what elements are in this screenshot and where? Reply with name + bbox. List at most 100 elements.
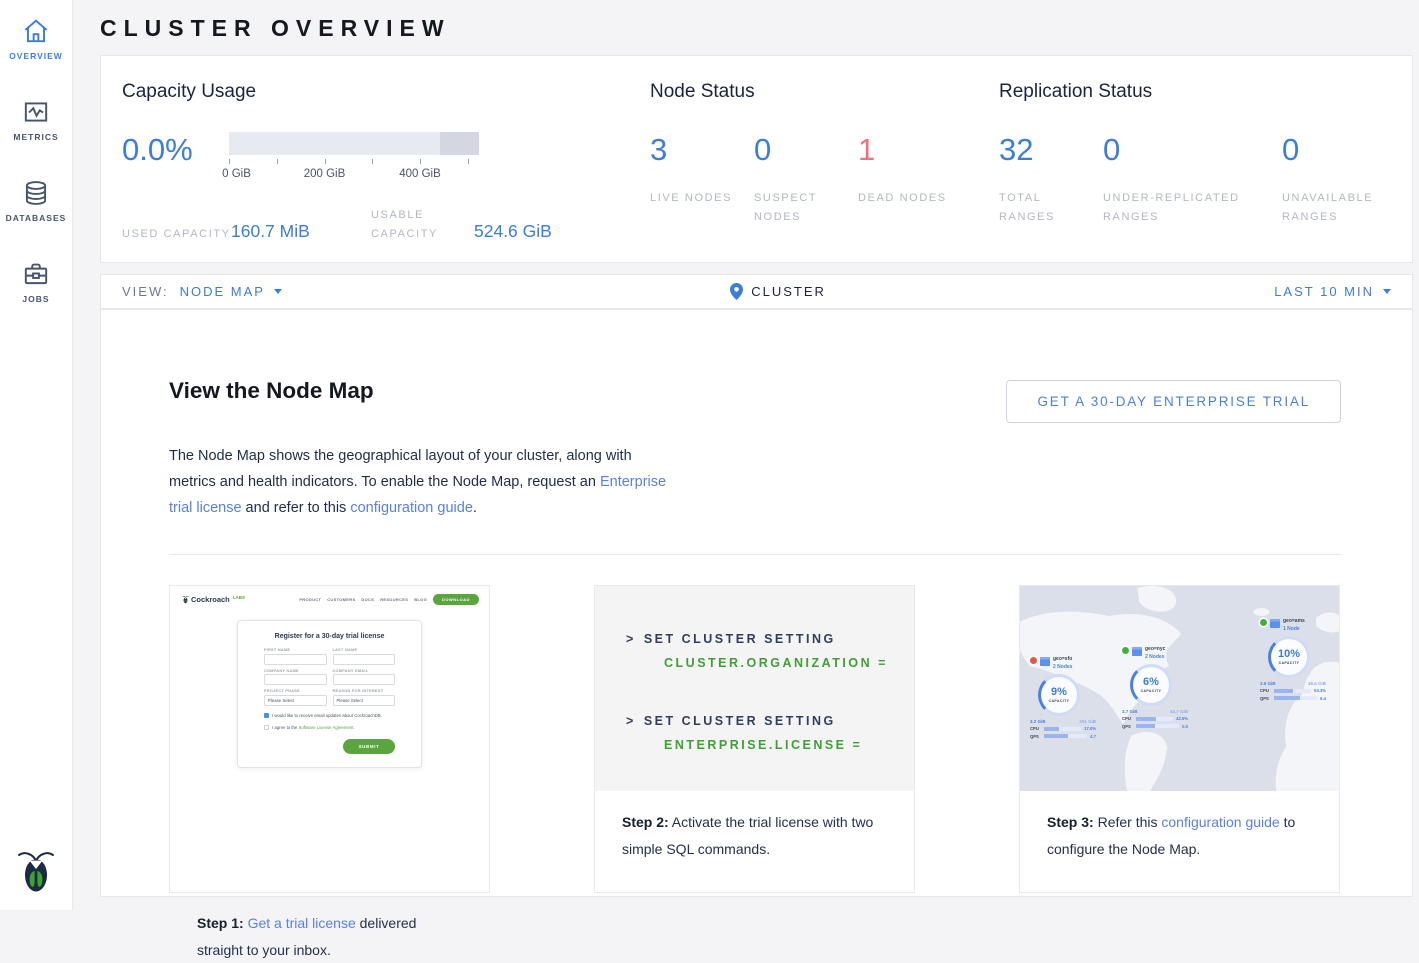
sql-prompt: > bbox=[626, 632, 636, 646]
divider bbox=[169, 554, 1341, 555]
form-title: Register for a 30-day trial license bbox=[264, 633, 395, 640]
unavailable-ranges-stat: 0 UNAVAILABLE RANGES bbox=[1282, 130, 1412, 226]
field-label: COMPANY NAME bbox=[264, 669, 327, 673]
license-agreement-label: I agree to the Software License Agreemen… bbox=[272, 725, 355, 730]
database-icon bbox=[21, 178, 51, 208]
enterprise-trial-button[interactable]: GET A 30-DAY ENTERPRISE TRIAL bbox=[1006, 380, 1341, 423]
sql-setting: CLUSTER.ORGANIZATION = bbox=[664, 656, 914, 670]
nav-link-blog[interactable]: BLOG bbox=[414, 597, 427, 602]
view-label: VIEW: bbox=[122, 284, 169, 299]
cluster-breadcrumb: CLUSTER bbox=[730, 283, 826, 300]
download-button[interactable]: DOWNLOAD bbox=[433, 594, 479, 605]
capacity-axis-labels: 0 GiB 200 GiB 400 GiB bbox=[229, 168, 479, 182]
capacity-bar-chart: 0 GiB 200 GiB 400 GiB bbox=[229, 132, 479, 182]
nav-link-customers[interactable]: CUSTOMERS bbox=[327, 597, 355, 602]
step-1-caption: Step 1: Get a trial license delivered st… bbox=[170, 892, 489, 963]
capacity-gauge: 10% CAPACITY bbox=[1268, 636, 1310, 678]
sidebar-item-databases[interactable]: DATABASES bbox=[0, 178, 72, 259]
unavailable-ranges-value: 0 bbox=[1282, 134, 1412, 165]
company-name-input[interactable] bbox=[264, 674, 327, 685]
company-email-input[interactable] bbox=[333, 674, 396, 685]
project-phase-select[interactable]: Please Select bbox=[264, 695, 327, 706]
map-node-sfo: geo=sfo 2 Nodes 9% CAPACITY 3.2 GiB351 G… bbox=[1030, 656, 1110, 739]
submit-button[interactable]: SUBMIT bbox=[343, 739, 395, 754]
node-map-description: The Node Map shows the geographical layo… bbox=[169, 443, 674, 521]
sidebar-item-metrics[interactable]: METRICS bbox=[0, 97, 72, 178]
node-status-title: Node Status bbox=[650, 81, 999, 103]
home-icon bbox=[21, 16, 51, 46]
last-name-input[interactable] bbox=[333, 654, 396, 665]
email-updates-label: I would like to receive email updates ab… bbox=[272, 713, 382, 718]
dead-nodes-stat: 1 DEAD NODES bbox=[858, 130, 962, 226]
trial-site-screenshot: Cockroach LABS PRODUCT CUSTOMERS DOCS RE… bbox=[170, 586, 489, 892]
cockroachdb-logo bbox=[182, 595, 189, 604]
cluster-label: CLUSTER bbox=[751, 284, 826, 299]
nav-link-product[interactable]: PRODUCT bbox=[299, 597, 321, 602]
node-count: 2 Nodes bbox=[1053, 664, 1072, 670]
nav-link-docs[interactable]: DOCS bbox=[361, 597, 374, 602]
capacity-percent: 0.0% bbox=[122, 134, 229, 182]
configuration-guide-link[interactable]: configuration guide bbox=[350, 500, 473, 516]
usable-capacity-value: 524.6 GiB bbox=[474, 221, 552, 243]
logo-text: Cockroach bbox=[191, 595, 230, 604]
dead-nodes-label: DEAD NODES bbox=[858, 189, 950, 208]
chevron-down-icon bbox=[274, 289, 282, 294]
briefcase-icon bbox=[21, 259, 51, 289]
used-capacity-label: USED CAPACITY bbox=[122, 225, 231, 244]
suspect-nodes-label: SUSPECT NODES bbox=[754, 189, 846, 226]
node-map-panel: View the Node Map GET A 30-DAY ENTERPRIS… bbox=[100, 309, 1413, 897]
configuration-guide-link[interactable]: configuration guide bbox=[1161, 814, 1279, 830]
node-cube-icon bbox=[1270, 619, 1280, 628]
capacity-gauge: 6% CAPACITY bbox=[1130, 664, 1172, 706]
field-label: PROJECT PHASE bbox=[264, 689, 327, 693]
live-nodes-label: LIVE NODES bbox=[650, 189, 742, 208]
nav-link-resources[interactable]: RESOURCES bbox=[380, 597, 408, 602]
sidebar: OVERVIEW METRICS DATABASES JOBS bbox=[0, 0, 73, 910]
sidebar-item-jobs[interactable]: JOBS bbox=[0, 259, 72, 340]
step-1-label: Step 1: bbox=[197, 915, 244, 931]
field-label: LAST NAME bbox=[333, 648, 396, 652]
sql-commands-panel: > SET CLUSTER SETTING CLUSTER.ORGANIZATIO… bbox=[595, 586, 914, 791]
map-node-ams: geo=ams 1 Node 10% CAPACITY 3.6 GiB36.6 … bbox=[1260, 618, 1339, 701]
locality-name: geo=sfo bbox=[1053, 656, 1072, 662]
under-replicated-label: UNDER-REPLICATED RANGES bbox=[1103, 189, 1273, 226]
node-status-section: Node Status 3 LIVE NODES 0 SUSPECT NODES… bbox=[650, 81, 999, 262]
node-status-dot bbox=[1122, 647, 1129, 654]
trial-registration-form: Register for a 30-day trial license FIRS… bbox=[237, 620, 422, 768]
sidebar-item-label: OVERVIEW bbox=[9, 51, 63, 61]
sql-setting: ENTERPRISE.LICENSE = bbox=[664, 738, 914, 752]
view-selector-value: NODE MAP bbox=[180, 284, 265, 299]
usable-capacity-label: USABLE CAPACITY bbox=[371, 206, 474, 243]
sidebar-item-overview[interactable]: OVERVIEW bbox=[0, 16, 72, 97]
capacity-axis-ticks bbox=[229, 159, 479, 165]
replication-status-title: Replication Status bbox=[999, 81, 1412, 103]
software-license-agreement-link[interactable]: Software License Agreement. bbox=[299, 725, 355, 730]
node-cube-icon bbox=[1132, 647, 1142, 656]
step-3-card: geo=sfo 2 Nodes 9% CAPACITY 3.2 GiB351 G… bbox=[1019, 585, 1340, 893]
sql-command: > SET CLUSTER SETTING CLUSTER.ORGANIZATIO… bbox=[626, 632, 914, 670]
reason-for-interest-select[interactable]: Please Select bbox=[333, 695, 396, 706]
step-3-label: Step 3: bbox=[1047, 814, 1094, 830]
step-2-card: > SET CLUSTER SETTING CLUSTER.ORGANIZATIO… bbox=[594, 585, 915, 893]
sql-keyword: SET CLUSTER SETTING bbox=[644, 632, 836, 646]
step-1-card: Cockroach LABS PRODUCT CUSTOMERS DOCS RE… bbox=[169, 585, 490, 893]
first-name-input[interactable] bbox=[264, 654, 327, 665]
total-ranges-value: 32 bbox=[999, 134, 1103, 165]
license-agreement-checkbox[interactable] bbox=[264, 725, 269, 730]
step-3-caption: Step 3: Refer this configuration guide t… bbox=[1020, 791, 1339, 862]
content-area: CLUSTER OVERVIEW Capacity Usage 0.0% bbox=[73, 0, 1419, 910]
get-trial-license-link[interactable]: Get a trial license bbox=[248, 915, 356, 931]
field-label: COMPANY EMAIL bbox=[333, 669, 396, 673]
cockroachdb-logo bbox=[16, 848, 56, 896]
chevron-down-icon bbox=[1383, 289, 1391, 294]
axis-label: 0 GiB bbox=[222, 168, 251, 180]
sidebar-item-label: JOBS bbox=[22, 294, 49, 304]
view-selector-dropdown[interactable]: NODE MAP bbox=[180, 284, 282, 299]
description-text: and refer to this bbox=[242, 500, 351, 516]
capacity-bar-used-segment bbox=[440, 132, 479, 155]
time-range-dropdown[interactable]: LAST 10 MIN bbox=[1274, 284, 1391, 299]
live-nodes-stat: 3 LIVE NODES bbox=[650, 130, 754, 226]
email-updates-checkbox[interactable] bbox=[264, 713, 269, 718]
sql-prompt: > bbox=[626, 714, 636, 728]
unavailable-ranges-label: UNAVAILABLE RANGES bbox=[1282, 189, 1374, 226]
